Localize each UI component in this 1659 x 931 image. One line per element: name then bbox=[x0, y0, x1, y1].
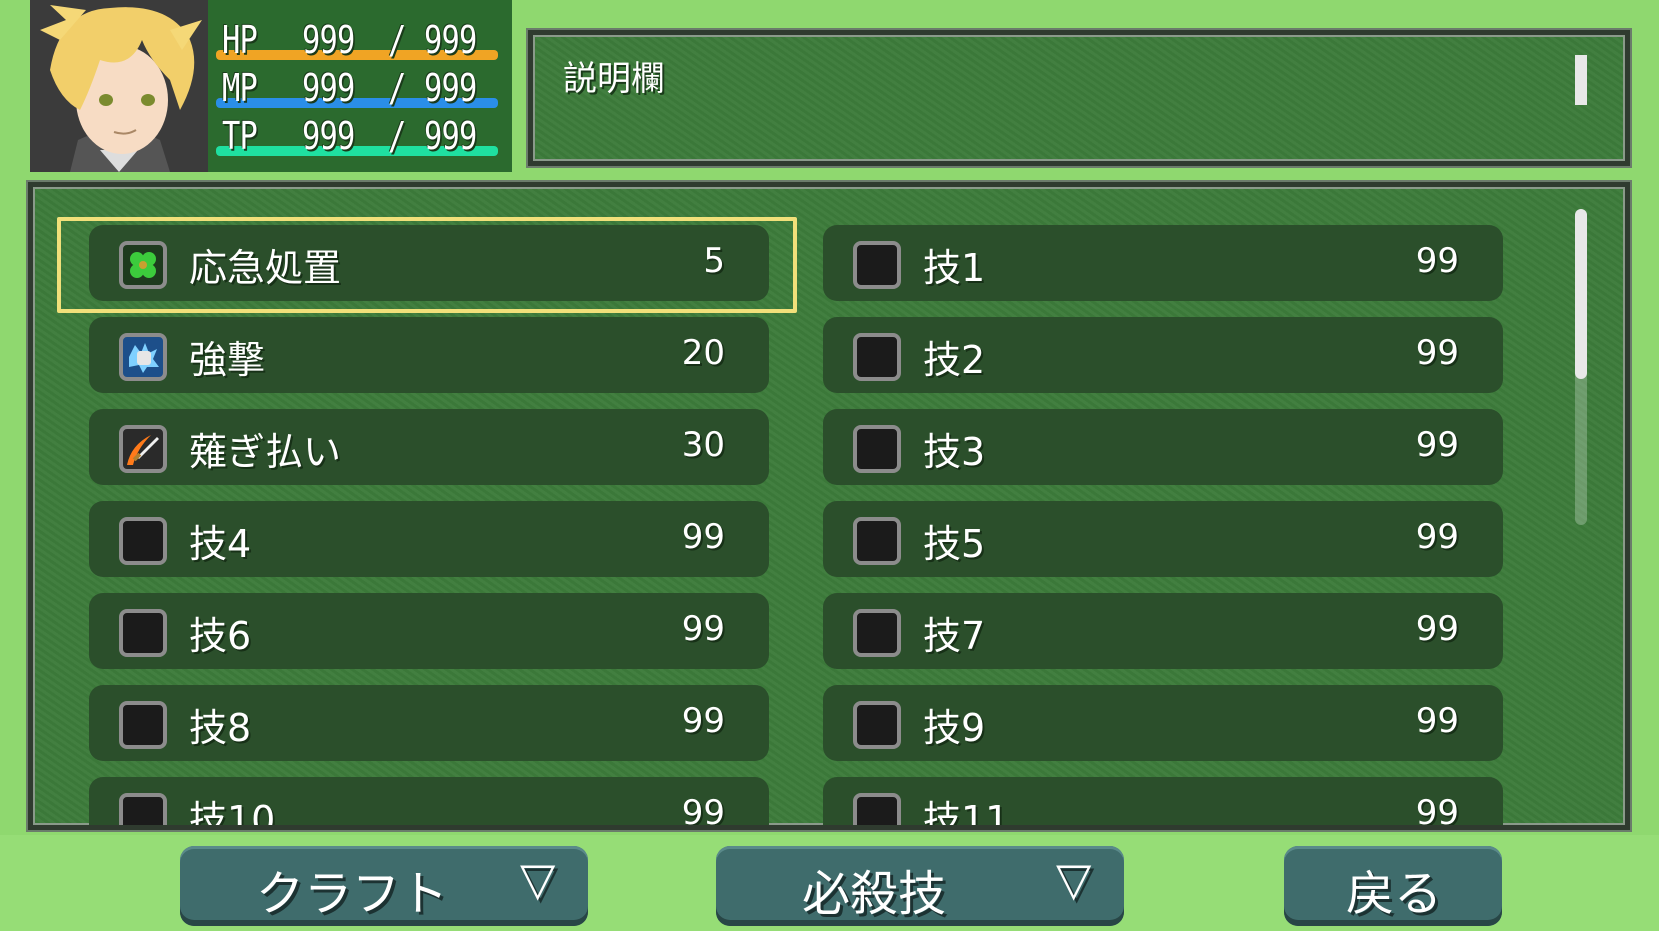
tp-label: TP bbox=[222, 114, 258, 158]
hp-row: HP 999 / 999 bbox=[216, 18, 506, 66]
tp-max: 999 bbox=[424, 114, 477, 158]
character-portrait bbox=[30, 0, 208, 172]
skill-cost: 99 bbox=[1415, 425, 1459, 465]
skill-item[interactable]: 技9 99 bbox=[823, 685, 1503, 761]
hp-current: 999 bbox=[302, 18, 355, 62]
skill-name: 技8 bbox=[189, 706, 252, 750]
skill-cost: 99 bbox=[1415, 517, 1459, 557]
skill-item[interactable]: 技7 99 bbox=[823, 593, 1503, 669]
skill-item[interactable]: 技10 99 bbox=[89, 777, 769, 830]
skill-cost: 99 bbox=[1415, 701, 1459, 741]
skill-name: 強撃 bbox=[189, 338, 266, 382]
empty-slot-icon bbox=[853, 609, 901, 657]
skill-name: 技4 bbox=[189, 522, 252, 566]
skill-item[interactable]: 技11 99 bbox=[823, 777, 1503, 830]
craft-label: クラフト bbox=[256, 866, 449, 922]
special-skill-label: 必殺技 bbox=[802, 866, 947, 922]
skill-item[interactable]: 技8 99 bbox=[89, 685, 769, 761]
skill-name: 技11 bbox=[923, 798, 1010, 830]
mp-max: 999 bbox=[424, 66, 477, 110]
mp-row: MP 999 / 999 bbox=[216, 66, 506, 114]
skill-item[interactable]: 技4 99 bbox=[89, 501, 769, 577]
empty-slot-icon bbox=[119, 793, 167, 825]
back-button[interactable]: 戻る bbox=[1284, 846, 1502, 926]
special-skill-dropdown-button[interactable]: 必殺技 ▽ bbox=[716, 846, 1124, 926]
skill-cost: 99 bbox=[1415, 793, 1459, 830]
skill-item[interactable]: 技2 99 bbox=[823, 317, 1503, 393]
skill-cost: 99 bbox=[1415, 333, 1459, 373]
hp-max: 999 bbox=[424, 18, 477, 62]
tp-separator: / bbox=[388, 114, 406, 158]
skill-name: 薙ぎ払い bbox=[189, 430, 342, 474]
skill-cost: 20 bbox=[681, 333, 725, 373]
skill-item[interactable]: 技1 99 bbox=[823, 225, 1503, 301]
skill-name: 技10 bbox=[189, 798, 276, 830]
skill-cost: 99 bbox=[681, 793, 725, 830]
skill-cost: 99 bbox=[1415, 609, 1459, 649]
chevron-down-icon: ▽ bbox=[520, 852, 556, 906]
skill-cost: 99 bbox=[1415, 241, 1459, 281]
chevron-down-icon: ▽ bbox=[1056, 852, 1092, 906]
skill-cost: 30 bbox=[681, 425, 725, 465]
skill-name: 技2 bbox=[923, 338, 986, 382]
empty-slot-icon bbox=[119, 517, 167, 565]
empty-slot-icon bbox=[119, 701, 167, 749]
empty-slot-icon bbox=[119, 609, 167, 657]
mp-label: MP bbox=[222, 66, 258, 110]
mp-separator: / bbox=[388, 66, 406, 110]
skill-cost: 99 bbox=[681, 517, 725, 557]
mp-current: 999 bbox=[302, 66, 355, 110]
skill-name: 技7 bbox=[923, 614, 986, 658]
empty-slot-icon bbox=[853, 793, 901, 825]
skill-name: 技6 bbox=[189, 614, 252, 658]
skill-cost: 99 bbox=[681, 701, 725, 741]
selection-cursor bbox=[57, 217, 797, 313]
skill-name: 技1 bbox=[923, 246, 986, 290]
empty-slot-icon bbox=[853, 701, 901, 749]
skill-list-window: 応急処置 5 技1 99 強撃 20 技2 99 薙ぎ払い 30 技3 99 技… bbox=[28, 182, 1630, 830]
skill-item[interactable]: 強撃 20 bbox=[89, 317, 769, 393]
skill-name: 技9 bbox=[923, 706, 986, 750]
description-title: 説明欄 bbox=[563, 59, 665, 99]
skill-list-scroll-thumb[interactable] bbox=[1575, 209, 1587, 379]
skill-item[interactable]: 技3 99 bbox=[823, 409, 1503, 485]
empty-slot-icon bbox=[853, 333, 901, 381]
craft-dropdown-button[interactable]: クラフト ▽ bbox=[180, 846, 588, 926]
fist-icon bbox=[119, 333, 167, 381]
skill-item[interactable]: 薙ぎ払い 30 bbox=[89, 409, 769, 485]
empty-slot-icon bbox=[853, 241, 901, 289]
status-panel: HP 999 / 999 MP 999 / 999 TP 999 / 999 bbox=[30, 0, 512, 172]
empty-slot-icon bbox=[853, 425, 901, 473]
back-label: 戻る bbox=[1346, 866, 1443, 922]
sword-slash-icon bbox=[119, 425, 167, 473]
hp-label: HP bbox=[222, 18, 258, 62]
hp-separator: / bbox=[388, 18, 406, 62]
skill-name: 技3 bbox=[923, 430, 986, 474]
empty-slot-icon bbox=[853, 517, 901, 565]
description-scrollbar[interactable] bbox=[1575, 55, 1587, 105]
skill-item[interactable]: 技5 99 bbox=[823, 501, 1503, 577]
skill-cost: 99 bbox=[681, 609, 725, 649]
tp-row: TP 999 / 999 bbox=[216, 114, 506, 162]
skill-name: 技5 bbox=[923, 522, 986, 566]
description-window: 説明欄 bbox=[528, 30, 1630, 166]
tp-current: 999 bbox=[302, 114, 355, 158]
skill-item[interactable]: 技6 99 bbox=[89, 593, 769, 669]
